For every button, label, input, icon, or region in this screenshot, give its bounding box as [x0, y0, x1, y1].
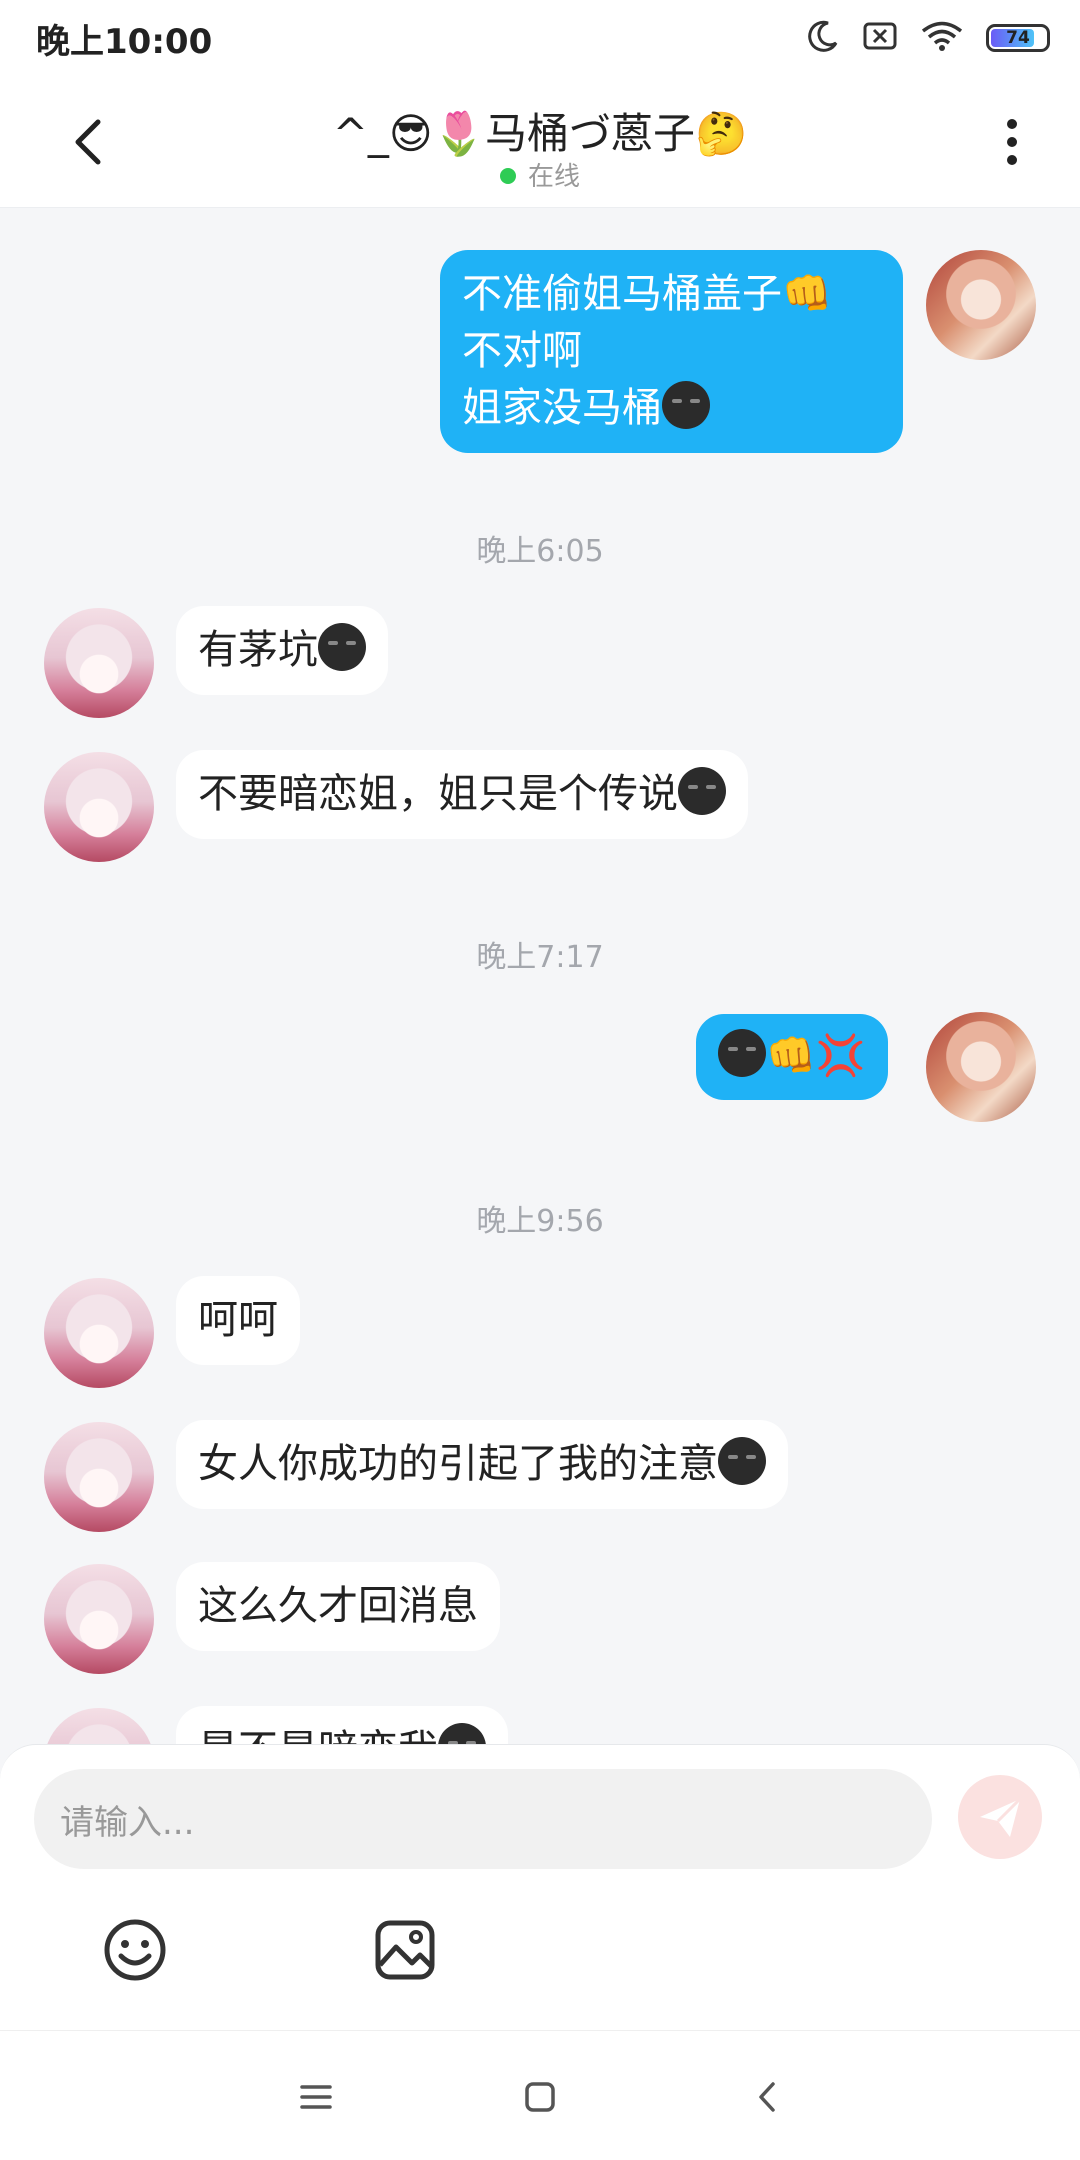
- contact-avatar[interactable]: [44, 1564, 154, 1674]
- smirk-emoji-icon: [318, 623, 366, 671]
- chat-header: ^_😎🌷马桶づ蒽子🤔 在线: [0, 76, 1080, 208]
- contact-avatar[interactable]: [44, 1422, 154, 1532]
- battery-icon: 74: [986, 24, 1050, 52]
- contact-name: ^_😎🌷马桶づ蒽子🤔: [332, 109, 748, 158]
- moon-icon: [806, 19, 840, 57]
- message-bubble-other[interactable]: 呵呵: [176, 1276, 300, 1365]
- wifi-icon: [920, 20, 964, 56]
- send-icon: [980, 1797, 1022, 1837]
- status-icons: 74: [806, 19, 1050, 57]
- home-button[interactable]: [510, 2067, 570, 2127]
- image-button[interactable]: [368, 1913, 442, 1987]
- emoji-button[interactable]: [98, 1913, 172, 1987]
- message-bubble-other[interactable]: 有茅坑: [176, 606, 388, 695]
- message-bubble-self[interactable]: 👊💢: [696, 1014, 888, 1100]
- sim-off-icon: [862, 20, 898, 56]
- contact-avatar[interactable]: [44, 752, 154, 862]
- smirk-emoji-icon: [718, 1029, 766, 1077]
- more-vertical-icon: [1007, 119, 1017, 165]
- input-placeholder: 请输入...: [60, 1802, 195, 1843]
- menu-lines-icon: [300, 2085, 332, 2109]
- back-arrow-icon: [759, 2082, 775, 2112]
- online-dot-icon: [499, 168, 516, 184]
- message-bubble-other[interactable]: 这么久才回消息: [176, 1562, 500, 1651]
- contact-avatar[interactable]: [44, 608, 154, 718]
- chat-screen: 晚上10:00 74 ^_😎🌷马桶づ蒽子🤔 在线 不准偷姐马桶盖子👊 不对啊 姐…: [0, 0, 1080, 2160]
- recents-button[interactable]: [286, 2067, 346, 2127]
- message-line: 不准偷姐马桶盖子👊: [462, 271, 832, 317]
- message-bubble-self[interactable]: 不准偷姐马桶盖子👊 不对啊 姐家没马桶: [440, 250, 903, 453]
- self-avatar[interactable]: [926, 1012, 1036, 1122]
- smirk-emoji-icon: [678, 767, 726, 815]
- message-bubble-other[interactable]: 女人你成功的引起了我的注意: [176, 1420, 788, 1509]
- home-square-icon: [525, 2082, 555, 2112]
- timestamp: 晚上7:17: [476, 940, 604, 975]
- contact-avatar[interactable]: [44, 1708, 154, 1744]
- more-options-button[interactable]: [980, 110, 1044, 174]
- online-status: 在线: [0, 156, 1080, 193]
- smirk-emoji-icon: [718, 1437, 766, 1485]
- image-icon: [375, 1920, 435, 1980]
- online-status-text: 在线: [527, 162, 580, 192]
- self-avatar[interactable]: [926, 250, 1036, 360]
- status-time: 晚上10:00: [36, 21, 213, 62]
- status-bar: 晚上10:00 74: [0, 0, 1080, 76]
- message-line: 不对啊: [462, 328, 582, 374]
- battery-level: 74: [1006, 28, 1030, 48]
- message-bubble-other[interactable]: 不要暗恋姐，姐只是个传说: [176, 750, 748, 839]
- input-panel: 请输入...: [0, 1744, 1080, 2030]
- smiley-icon: [104, 1919, 166, 1981]
- contact-avatar[interactable]: [44, 1278, 154, 1388]
- timestamp: 晚上9:56: [476, 1204, 604, 1239]
- message-line: 姐家没马桶: [462, 380, 881, 437]
- timestamp: 晚上6:05: [476, 534, 604, 569]
- message-list[interactable]: 不准偷姐马桶盖子👊 不对啊 姐家没马桶 晚上6:05 有茅坑 不要暗恋姐，姐只是…: [0, 208, 1080, 1744]
- smirk-emoji-icon: [438, 1723, 486, 1744]
- system-back-button[interactable]: [738, 2067, 798, 2127]
- smirk-emoji-icon: [662, 381, 710, 429]
- send-button[interactable]: [958, 1775, 1042, 1859]
- message-input[interactable]: 请输入...: [34, 1769, 932, 1869]
- system-nav-bar: [0, 2030, 1080, 2160]
- message-bubble-other[interactable]: 是不是暗恋我: [176, 1706, 508, 1744]
